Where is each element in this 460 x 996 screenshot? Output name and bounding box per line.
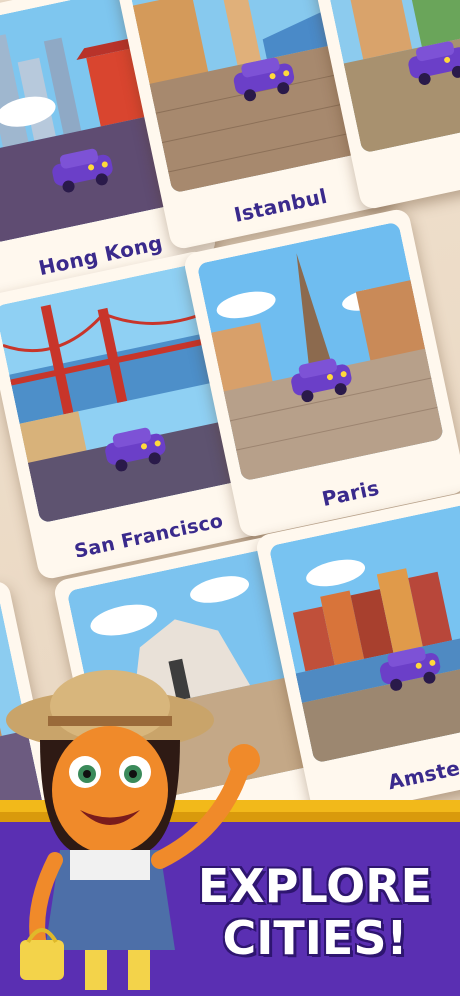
screenshot: Hong Kong Istanbul San Francisco Paris A… xyxy=(0,0,460,996)
mascot-character xyxy=(6,670,260,990)
paris-illustration xyxy=(196,221,445,482)
amsterdam-illustration xyxy=(268,503,460,764)
